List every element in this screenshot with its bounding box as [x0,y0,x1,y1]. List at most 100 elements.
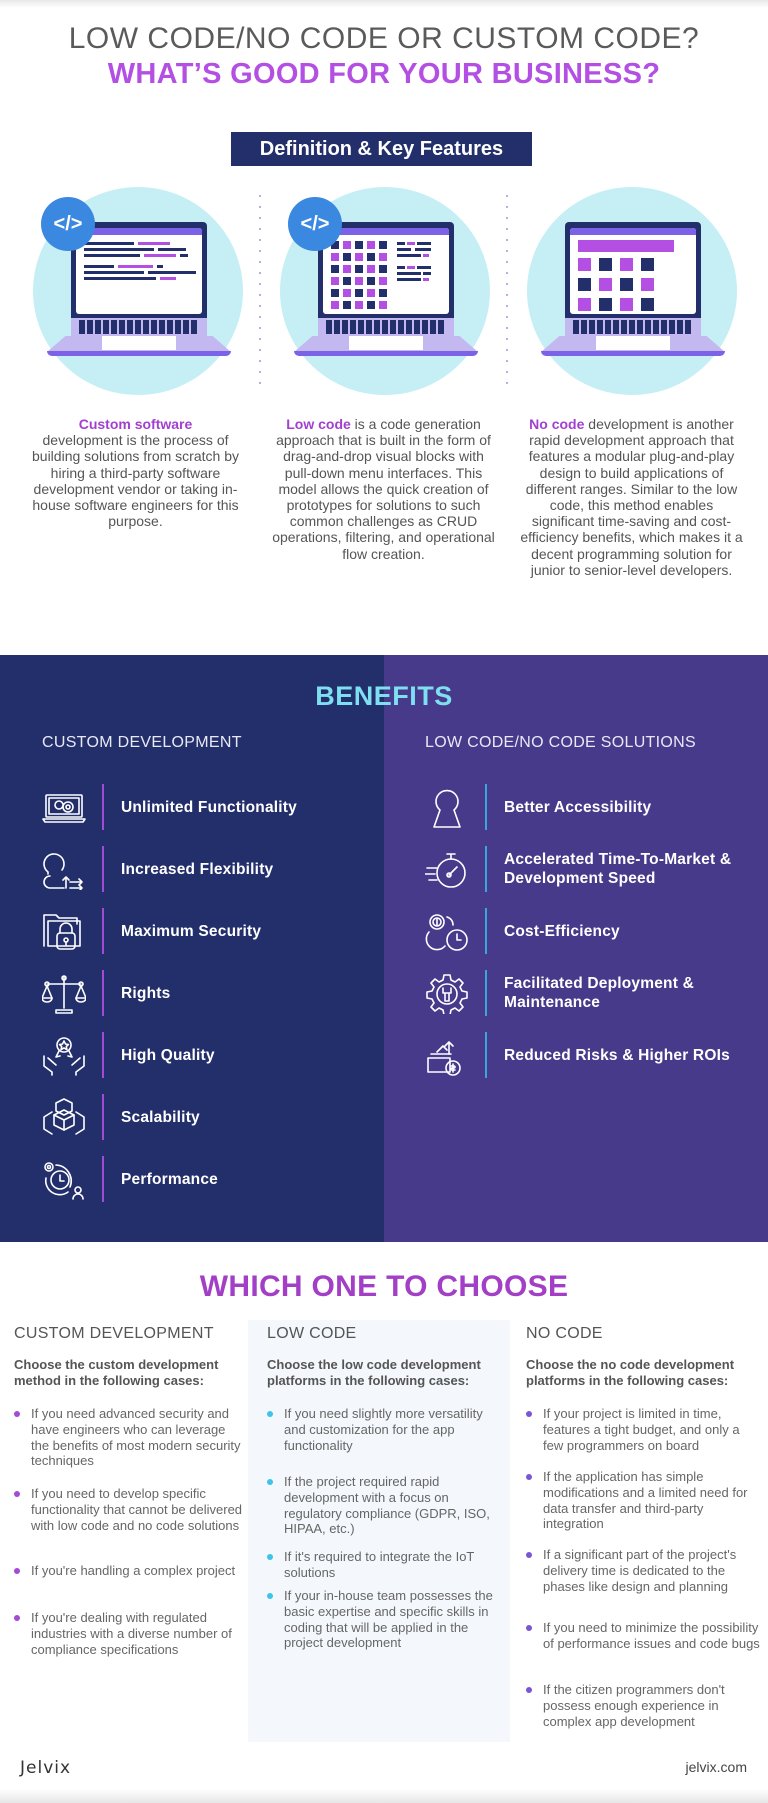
block-tile [367,277,375,285]
column-subheading: Choose the custom development method in … [14,1357,219,1388]
clock-gear-user-icon [44,1162,84,1200]
list-item: If the project required rapid developmen… [267,1474,507,1537]
bullet-dot [267,1479,273,1485]
benefits-title: BENEFITS [315,681,453,711]
benefit-label: Increased Flexibility [121,860,274,878]
benefits-custom-heading: CUSTOM DEVELOPMENT [42,734,242,751]
block-tile [379,277,387,285]
code-line [407,266,415,269]
benefit-label: Better Accessibility [504,798,652,816]
list-item: If a significant part of the project's d… [526,1547,762,1594]
block-tile [578,298,591,311]
dotted-divider [506,195,508,385]
item-divider [102,908,104,954]
list-item-text: If you're handling a complex project [31,1563,236,1578]
site-link[interactable]: jelvix.com [686,1759,747,1775]
benefit-label: Performance [121,1170,218,1188]
block-tile [331,289,339,297]
block-tile [641,298,654,311]
top-shadow [0,0,768,8]
benefit-label: Maximum Security [121,922,262,940]
block-tile [343,253,351,261]
code-line [397,278,421,281]
definition-term: No code [529,416,585,432]
list-item: If you need advanced security and have e… [14,1406,244,1469]
block-tile [331,265,339,273]
list-item-text: If you need to develop specific function… [31,1486,243,1533]
item-divider [102,1094,104,1140]
list-item-text: If you need to minimize the possibility … [543,1620,760,1651]
column-heading: LOW CODE [267,1325,357,1342]
code-line [415,248,431,251]
bullet-dot [526,1411,532,1417]
item-divider [102,1032,104,1078]
definition-no-code: No code development is another rapid dev… [519,416,744,578]
benefit-item: Rights [42,970,372,1016]
block-tile [355,289,363,297]
benefit-item: Facilitated Deployment & Maintenance [425,970,765,1016]
benefit-item: High Quality [42,1032,372,1078]
block-tile [355,253,363,261]
block-tile [343,289,351,297]
benefit-label: Rights [121,984,171,1002]
list-item-text: If the application has simple modificati… [543,1469,748,1532]
block-tile [367,265,375,273]
block-tile [367,253,375,261]
block-tile [367,241,375,249]
block-tile [620,278,633,291]
code-line [423,278,429,281]
illustration-custom-software: </> [33,187,245,395]
bullet-dot [14,1491,20,1497]
benefit-item: Increased Flexibility [42,846,372,892]
flexible-arrows-icon [43,853,83,890]
list-item-text: If you're dealing with regulated industr… [31,1610,232,1657]
code-icon: </> [41,197,95,251]
which-title: WHICH ONE TO CHOOSE [199,1270,569,1303]
list-item: If you're dealing with regulated industr… [14,1610,244,1657]
benefit-item: Maximum Security [42,908,372,954]
bullet-dot [14,1568,20,1574]
block-tile [641,258,654,271]
block-tile [599,258,612,271]
item-divider [102,846,104,892]
illustration-no-code [527,187,739,395]
block-tile [343,301,351,309]
block-tile [343,241,351,249]
block-tile [641,278,654,291]
code-line [417,266,431,269]
item-divider [102,970,104,1016]
brand-logo: Jelvix [20,1758,72,1778]
definition-custom-software: Custom software development is the proce… [23,416,248,529]
list-item-text: If it's required to integrate the IoT so… [284,1549,475,1580]
gear-wrench-icon [426,974,468,1014]
code-line [397,248,411,251]
block-tile [343,277,351,285]
benefit-label: Accelerated Time-To-Market & Development… [504,851,732,887]
block-tile [620,258,633,271]
benefit-label: High Quality [121,1046,215,1064]
list-item: If you need to develop specific function… [14,1486,244,1533]
cubes-icon [43,1098,85,1135]
benefit-label: Facilitated Deployment & Maintenance [504,975,694,1011]
code-line [397,242,405,245]
item-divider [485,970,487,1016]
block-tile [620,298,633,311]
code-line [423,254,429,257]
folder-lock-icon [43,914,81,950]
block-tile [355,277,363,285]
benefit-item: Reduced Risks & Higher ROIs [425,1032,765,1078]
list-item-text: If your project is limited in time, feat… [543,1406,740,1453]
benefit-label: Reduced Risks & Higher ROIs [504,1046,730,1064]
code-line [397,272,421,275]
list-item: If you need to minimize the possibility … [526,1620,762,1652]
bullet-dot [526,1474,532,1480]
code-line [423,272,431,275]
list-item-text: If you need advanced security and have e… [31,1406,241,1469]
block-tile [379,265,387,273]
definition-term: Low code [286,416,351,432]
which-column-low-code: LOW CODE Choose the low code development… [267,1325,507,1650]
hands-award-icon [43,1037,85,1076]
definition-body: development is the process of building s… [32,432,239,530]
column-subheading: Choose the no code development platforms… [526,1357,735,1388]
laptop-icon [541,222,725,360]
